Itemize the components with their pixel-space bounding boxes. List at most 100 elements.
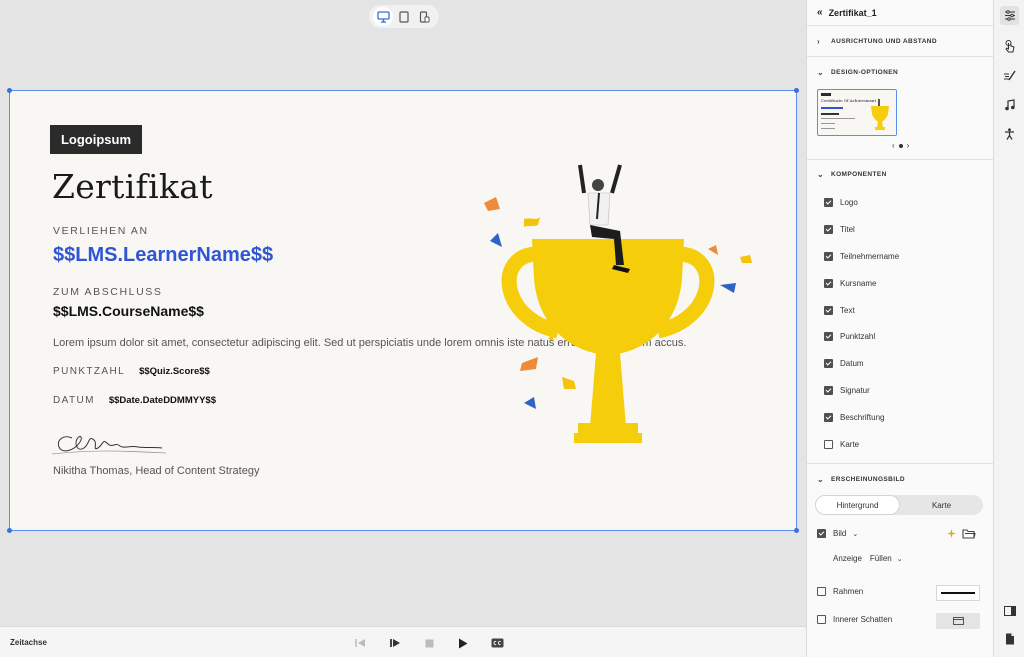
section-design[interactable]: ⌄ DESIGN-OPTIONEN [807,57,993,88]
border-style-picker[interactable] [936,585,980,601]
section-alignment[interactable]: › AUSRICHTUNG UND ABSTAND [807,26,993,57]
play-button[interactable] [456,636,470,650]
border-checkbox[interactable] [817,587,826,596]
animation-icon [1004,70,1016,81]
step-back-button[interactable] [353,636,367,650]
component-checkbox[interactable] [824,251,833,261]
closed-captions-icon [491,638,503,648]
signature-image [51,435,167,455]
component-checkbox[interactable] [824,413,833,423]
stop-button[interactable] [422,636,436,650]
play-icon [459,638,468,648]
chevron-down-icon[interactable]: ⌄ [897,555,903,563]
resize-handle-bottom-left[interactable] [7,528,12,533]
inner-shadow-row: Innerer Schatten [817,615,892,624]
display-label: Anzeige [833,554,862,563]
magic-wand-icon[interactable] [947,529,956,539]
certificate-slide[interactable]: Logoipsum Zertifikat VERLIEHEN AN $$LMS.… [7,88,799,533]
thumbnail-trophy [871,99,889,130]
desktop-preview-button[interactable] [373,7,394,26]
accessibility-icon [1005,127,1014,140]
component-row-beschriftung[interactable]: Beschriftung [807,404,993,431]
component-row-titel[interactable]: Titel [807,216,993,243]
component-row-text[interactable]: Text [807,297,993,324]
chevron-down-icon: ⌄ [817,474,825,484]
component-row-logo[interactable]: Logo [807,189,993,216]
collapse-panel-icon[interactable]: « [817,7,823,18]
timeline-bar: Zeitachse [0,626,806,657]
date-value: $$Date.DateDDMMYY$$ [108,395,216,406]
panel-title: Zertifikat_1 [828,7,877,18]
chevron-down-icon: ⌄ [817,68,825,77]
folder-icon[interactable] [962,528,976,539]
audio-tab-button[interactable] [1000,95,1019,114]
component-checkbox[interactable] [824,224,833,234]
component-checkbox[interactable] [824,359,833,369]
animation-tab-button[interactable] [1000,66,1019,85]
stroke-line-icon [941,592,975,594]
inner-shadow-checkbox[interactable] [817,615,826,624]
learner-name: $$LMS.LearnerName$$ [53,244,274,266]
layout-panel-button[interactable] [1000,601,1019,620]
component-label: Beschriftung [840,413,885,423]
step-back-icon [354,639,365,647]
properties-tab-button[interactable] [1000,6,1019,25]
tab-card[interactable]: Karte [900,495,983,515]
mobile-preview-button[interactable] [415,7,435,26]
component-row-signatur[interactable]: Signatur [807,377,993,404]
component-row-punktzahl[interactable]: Punktzahl [807,323,993,350]
design-thumbnail-1[interactable]: Certificate Of Achievement [817,89,897,136]
component-label: Logo [840,197,858,207]
tab-background[interactable]: Hintergrund [815,495,900,515]
interactions-tab-button[interactable] [1000,37,1019,56]
component-checkbox[interactable] [824,386,833,396]
timeline-label: Zeitachse [10,638,47,647]
image-checkbox[interactable] [817,529,826,538]
certificate-logo: Logoipsum [50,125,142,154]
step-forward-icon [389,639,400,647]
chevron-down-icon: ⌄ [817,170,825,179]
completion-label: ZUM ABSCHLUSS [53,286,163,298]
accessibility-tab-button[interactable] [1000,124,1019,143]
display-row: Anzeige Füllen ⌄ [833,554,903,563]
sliders-icon [1004,10,1015,21]
design-thumbnails: Certificate Of Achievement ‹ › [807,88,993,160]
display-select[interactable]: Füllen [870,554,892,563]
component-checkbox[interactable] [824,332,833,342]
date-row: DATUM $$Date.DateDDMMYY$$ [53,395,216,406]
component-row-datum[interactable]: Datum [807,350,993,377]
resize-handle-bottom-right[interactable] [794,528,799,533]
stop-icon [425,639,433,647]
page-properties-button[interactable] [1000,629,1019,648]
component-checkbox[interactable] [824,197,833,207]
tablet-preview-button[interactable] [394,7,414,26]
certificate-title: Zertifikat [52,167,213,206]
inner-shadow-picker[interactable] [936,613,980,629]
component-checkbox[interactable] [824,439,833,449]
section-appearance[interactable]: ⌄ ERSCHEINUNGSBILD [807,464,993,495]
closed-captions-button[interactable] [490,636,504,650]
component-row-kursname[interactable]: Kursname [807,270,993,297]
component-checkbox[interactable] [824,305,833,315]
mobile-icon [420,10,430,23]
component-label: Signatur [840,386,870,396]
resize-handle-top-left[interactable] [7,88,12,93]
device-preview-toggle [369,5,439,28]
music-note-icon [1005,98,1015,110]
chevron-left-icon[interactable]: ‹ [892,141,895,150]
chevron-down-icon[interactable]: ⌄ [852,530,858,538]
component-row-teilnehmername[interactable]: Teilnehmername [807,243,993,270]
component-label: Kursname [840,278,877,288]
score-row: PUNKTZAHL $$Quiz.Score$$ [53,366,210,377]
component-row-karte[interactable]: Karte [807,431,993,458]
resize-handle-top-right[interactable] [794,88,799,93]
section-components[interactable]: ⌄ KOMPONENTEN [807,160,993,189]
component-label: Text [840,305,855,315]
chevron-right-icon[interactable]: › [907,141,910,150]
step-forward-button[interactable] [388,636,402,650]
signer-caption: Nikitha Thomas, Head of Content Strategy [53,465,260,477]
image-row: Bild ⌄ [817,529,858,538]
component-checkbox[interactable] [824,278,833,288]
score-value: $$Quiz.Score$$ [139,366,210,377]
components-list: Logo Titel Teilnehmername Kursname Text Punkt… [807,189,993,464]
